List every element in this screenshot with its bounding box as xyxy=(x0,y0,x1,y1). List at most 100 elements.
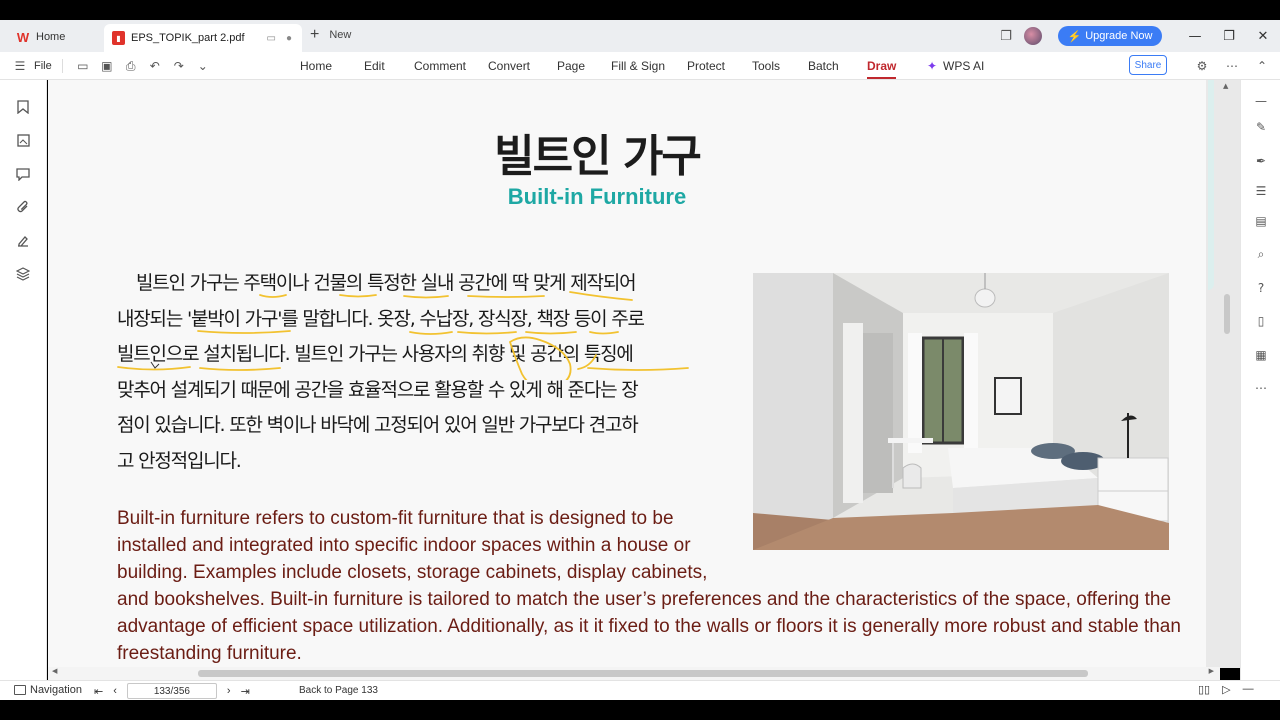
menu-draw[interactable]: Draw xyxy=(867,59,897,79)
document-properties-icon[interactable]: ▦ xyxy=(1252,346,1270,364)
bedroom-photo xyxy=(753,273,1169,550)
tab-document-label: EPS_TOPIK_part 2.pdf xyxy=(131,32,245,44)
back-to-page-link[interactable]: Back to Page 133 xyxy=(299,685,378,696)
tab-document[interactable]: ▮ EPS_TOPIK_part 2.pdf ▭ ● xyxy=(104,24,302,52)
pdf-file-icon: ▮ xyxy=(112,31,125,45)
thumbnail-icon[interactable] xyxy=(14,131,32,149)
horizontal-scroll-thumb[interactable] xyxy=(198,670,1088,677)
bookmark-icon[interactable] xyxy=(14,98,32,116)
page-number-input[interactable] xyxy=(126,683,217,699)
vertical-scroll-thumb[interactable] xyxy=(1224,294,1230,334)
navigation-label: Navigation xyxy=(30,684,82,696)
wps-ai-sparkle-icon: ✦ xyxy=(927,59,938,73)
redo-icon[interactable]: ↷ xyxy=(169,56,189,76)
scroll-right-icon[interactable]: ▶ xyxy=(1209,667,1214,675)
close-icon[interactable]: ✕ xyxy=(1246,24,1280,48)
search-icon[interactable]: ⌕ xyxy=(1252,245,1270,263)
monitor-icon[interactable]: ▭ xyxy=(267,33,276,44)
scroll-up-icon[interactable]: ▲ xyxy=(1223,82,1228,90)
save-icon[interactable]: ▣ xyxy=(97,56,117,76)
navigation-toggle[interactable]: Navigation xyxy=(14,684,82,696)
lightning-icon: ⚡ xyxy=(1067,30,1082,43)
hamburger-menu-icon[interactable]: ☰ xyxy=(10,56,30,76)
play-slideshow-icon[interactable]: ▷ xyxy=(1222,683,1230,696)
english-line: and bookshelves. Built-in furniture is t… xyxy=(117,589,1172,610)
tab-home-label: Home xyxy=(36,31,66,43)
upgrade-now-label: Upgrade Now xyxy=(1085,30,1153,42)
next-page-icon[interactable]: › xyxy=(227,685,231,697)
new-tab-label: New xyxy=(329,29,352,41)
align-icon[interactable]: ☰ xyxy=(1252,182,1270,200)
english-line: Built-in furniture refers to custom-fit … xyxy=(117,508,674,529)
file-menu[interactable]: File xyxy=(34,60,52,72)
signature-icon[interactable] xyxy=(14,232,32,250)
chevron-down-icon[interactable]: ⌄ xyxy=(193,56,213,76)
previous-page-icon[interactable]: ‹ xyxy=(113,685,117,697)
pdf-page: 빌트인 가구 Built-in Furniture 빌트인 가구는 주택이나 건… xyxy=(48,80,1206,668)
comment-icon[interactable] xyxy=(14,165,32,183)
tab-strip: W Home ▮ EPS_TOPIK_part 2.pdf ▭ ● + New … xyxy=(0,20,1280,52)
print-icon[interactable]: ⎙ xyxy=(121,56,141,76)
window-switch-icon[interactable]: ❐ xyxy=(996,26,1016,46)
edit-text-icon[interactable]: ✎ xyxy=(1252,118,1270,136)
english-line: installed and integrated into specific i… xyxy=(117,534,691,556)
menu-protect[interactable]: Protect xyxy=(687,59,725,73)
more-tools-icon[interactable]: ⋯ xyxy=(1252,379,1270,397)
first-page-icon[interactable]: ⇤ xyxy=(94,685,103,698)
main-toolbar: ☰ File ▭ ▣ ⎙ ↶ ↷ ⌄ Home Edit Comment Con… xyxy=(0,52,1280,80)
menu-tools[interactable]: Tools xyxy=(752,59,780,73)
screen-bottom-border xyxy=(0,700,1280,720)
settings-gear-icon[interactable]: ⚙ xyxy=(1192,56,1212,76)
new-tab-button[interactable]: + New xyxy=(310,26,352,43)
document-viewport[interactable]: 빌트인 가구 Built-in Furniture 빌트인 가구는 주택이나 건… xyxy=(48,80,1240,668)
vertical-scrollbar[interactable]: ▲ xyxy=(1222,80,1232,668)
menu-wps-ai[interactable]: WPS AI xyxy=(943,59,984,73)
menu-page[interactable]: Page xyxy=(557,59,585,73)
menu-fill-sign[interactable]: Fill & Sign xyxy=(611,59,665,73)
minimize-icon[interactable]: — xyxy=(1178,24,1212,48)
left-sidebar xyxy=(0,80,47,680)
help-icon[interactable]: ? xyxy=(1252,279,1270,297)
upgrade-now-button[interactable]: ⚡ Upgrade Now xyxy=(1058,26,1162,46)
page-edge-accent xyxy=(1208,80,1214,290)
english-paragraph-top: Built-in furniture refers to custom-fit … xyxy=(117,506,715,586)
share-button[interactable]: Share xyxy=(1129,55,1167,75)
menu-comment[interactable]: Comment xyxy=(414,59,466,73)
wps-logo-icon: W xyxy=(16,29,30,45)
open-folder-icon[interactable]: ▭ xyxy=(73,56,93,76)
undo-icon[interactable]: ↶ xyxy=(145,56,165,76)
menu-home[interactable]: Home xyxy=(300,59,332,73)
collapse-ribbon-icon[interactable]: ⌃ xyxy=(1252,56,1272,76)
horizontal-scrollbar[interactable]: ◀ ▶ xyxy=(48,667,1220,680)
restore-icon[interactable]: ❐ xyxy=(1212,24,1246,48)
collapse-panel-icon[interactable]: — xyxy=(1252,92,1270,110)
layers-icon[interactable] xyxy=(14,265,32,283)
menu-convert[interactable]: Convert xyxy=(488,59,530,73)
toolbar-divider xyxy=(61,59,63,73)
read-mode-icon[interactable]: ▯ xyxy=(1252,312,1270,330)
scroll-left-icon[interactable]: ◀ xyxy=(52,667,57,675)
more-options-icon[interactable]: ⋯ xyxy=(1222,56,1242,76)
book-view-icon[interactable]: ▯▯ xyxy=(1198,683,1210,696)
status-bar: Navigation ⇤ ‹ › ⇥ Back to Page 133 ▯▯ ▷… xyxy=(0,680,1280,700)
english-line: advantage of efficient space utilization… xyxy=(117,615,1181,637)
avatar[interactable] xyxy=(1024,27,1042,45)
attachment-icon[interactable] xyxy=(14,198,32,216)
english-line: building. Examples include closets, stor… xyxy=(117,561,708,583)
plus-icon: + xyxy=(310,26,320,43)
handwritten-underline-annotations xyxy=(117,291,689,380)
english-paragraph-bottom: and bookshelves. Built-in furniture is t… xyxy=(117,587,1181,667)
english-line: freestanding furniture. xyxy=(117,642,302,664)
menu-batch[interactable]: Batch xyxy=(808,59,839,73)
tab-home[interactable]: W Home xyxy=(6,24,100,50)
unsaved-dot-icon[interactable]: ● xyxy=(286,33,292,44)
last-page-icon[interactable]: ⇥ xyxy=(241,685,250,698)
menu-edit[interactable]: Edit xyxy=(364,59,385,73)
clipboard-icon[interactable]: ▤ xyxy=(1252,212,1270,230)
screen-top-border xyxy=(0,0,1280,20)
pen-annotate-icon[interactable]: ✒ xyxy=(1252,152,1270,170)
zoom-out-icon[interactable]: — xyxy=(1243,683,1254,696)
share-label: Share xyxy=(1134,59,1162,71)
korean-line: 점이 있습니다. 또한 벽이나 바닥에 고정되어 있어 일반 가구보다 견고하 xyxy=(117,414,639,436)
korean-line: 고 안정적입니다. xyxy=(117,449,242,472)
